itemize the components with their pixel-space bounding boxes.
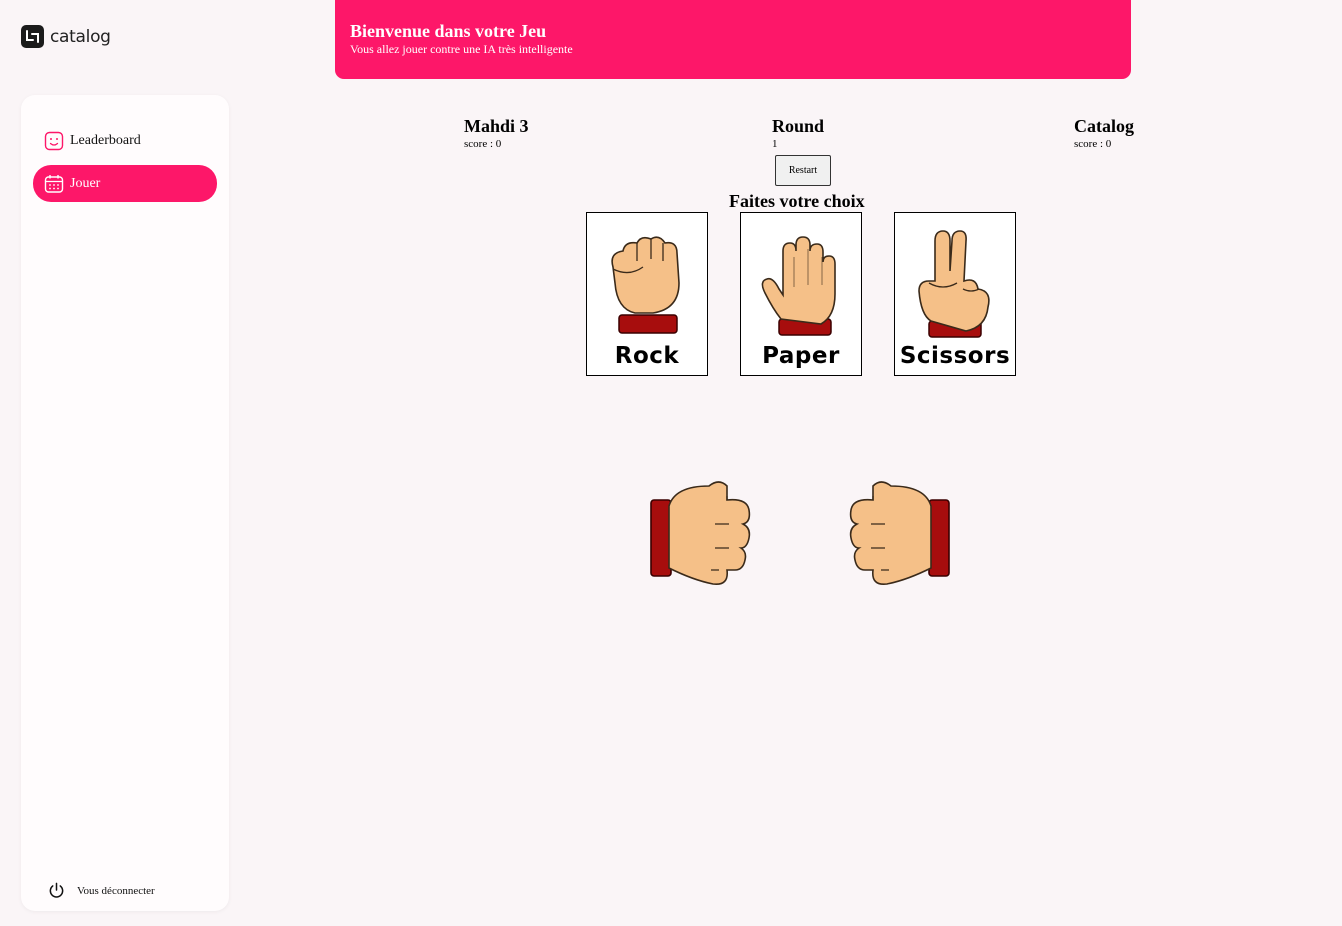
player-score-panel: Mahdi 3 score : 0 (464, 116, 529, 152)
opponent-score-panel: Catalog score : 0 (1074, 116, 1134, 152)
banner-title: Bienvenue dans votre Jeu (350, 21, 547, 41)
smiley-icon (44, 131, 64, 150)
app-logo[interactable]: catalog (21, 25, 111, 48)
round-value: 1 (772, 138, 778, 150)
power-icon (49, 882, 64, 898)
choice-label: Paper (762, 343, 840, 369)
catalog-logo-icon (21, 25, 44, 48)
choice-paper-card[interactable]: Paper (740, 212, 862, 376)
logo-text: catalog (50, 26, 111, 47)
scissors-hand-icon (918, 230, 990, 338)
banner-subtitle: Vous allez jouer contre une IA très inte… (350, 42, 573, 56)
round-panel: Round 1 (772, 116, 824, 152)
opponent-score: score : 0 (1074, 138, 1112, 150)
calendar-icon (44, 174, 64, 193)
player-score: score : 0 (464, 138, 502, 150)
logout-button[interactable]: Vous déconnecter (48, 882, 155, 899)
logout-label: Vous déconnecter (77, 884, 155, 897)
choice-rock-card[interactable]: Rock (586, 212, 708, 376)
sidebar-item-label: Leaderboard (70, 132, 141, 148)
choose-title: Faites votre choix (729, 191, 865, 211)
sidebar-item-jouer[interactable]: Jouer (33, 165, 217, 202)
choice-label: Scissors (899, 343, 1011, 369)
welcome-banner: Bienvenue dans votre Jeu Vous allez joue… (335, 0, 1131, 79)
player-name: Mahdi 3 (464, 116, 529, 136)
fist-left-icon (849, 481, 950, 586)
opponent-name: Catalog (1074, 116, 1134, 136)
paper-hand-icon (761, 236, 836, 336)
choice-label: Rock (614, 343, 680, 369)
fist-right-icon (650, 481, 751, 586)
round-label: Round (772, 116, 825, 136)
sidebar-item-leaderboard[interactable]: Leaderboard (33, 122, 217, 159)
sidebar-item-label: Jouer (70, 175, 101, 191)
rock-hand-icon (611, 236, 680, 334)
sidebar: Leaderboard Jouer Vous déconnecter (21, 95, 229, 911)
choice-scissors-card[interactable]: Scissors (894, 212, 1016, 376)
restart-button[interactable]: Restart (775, 155, 831, 186)
